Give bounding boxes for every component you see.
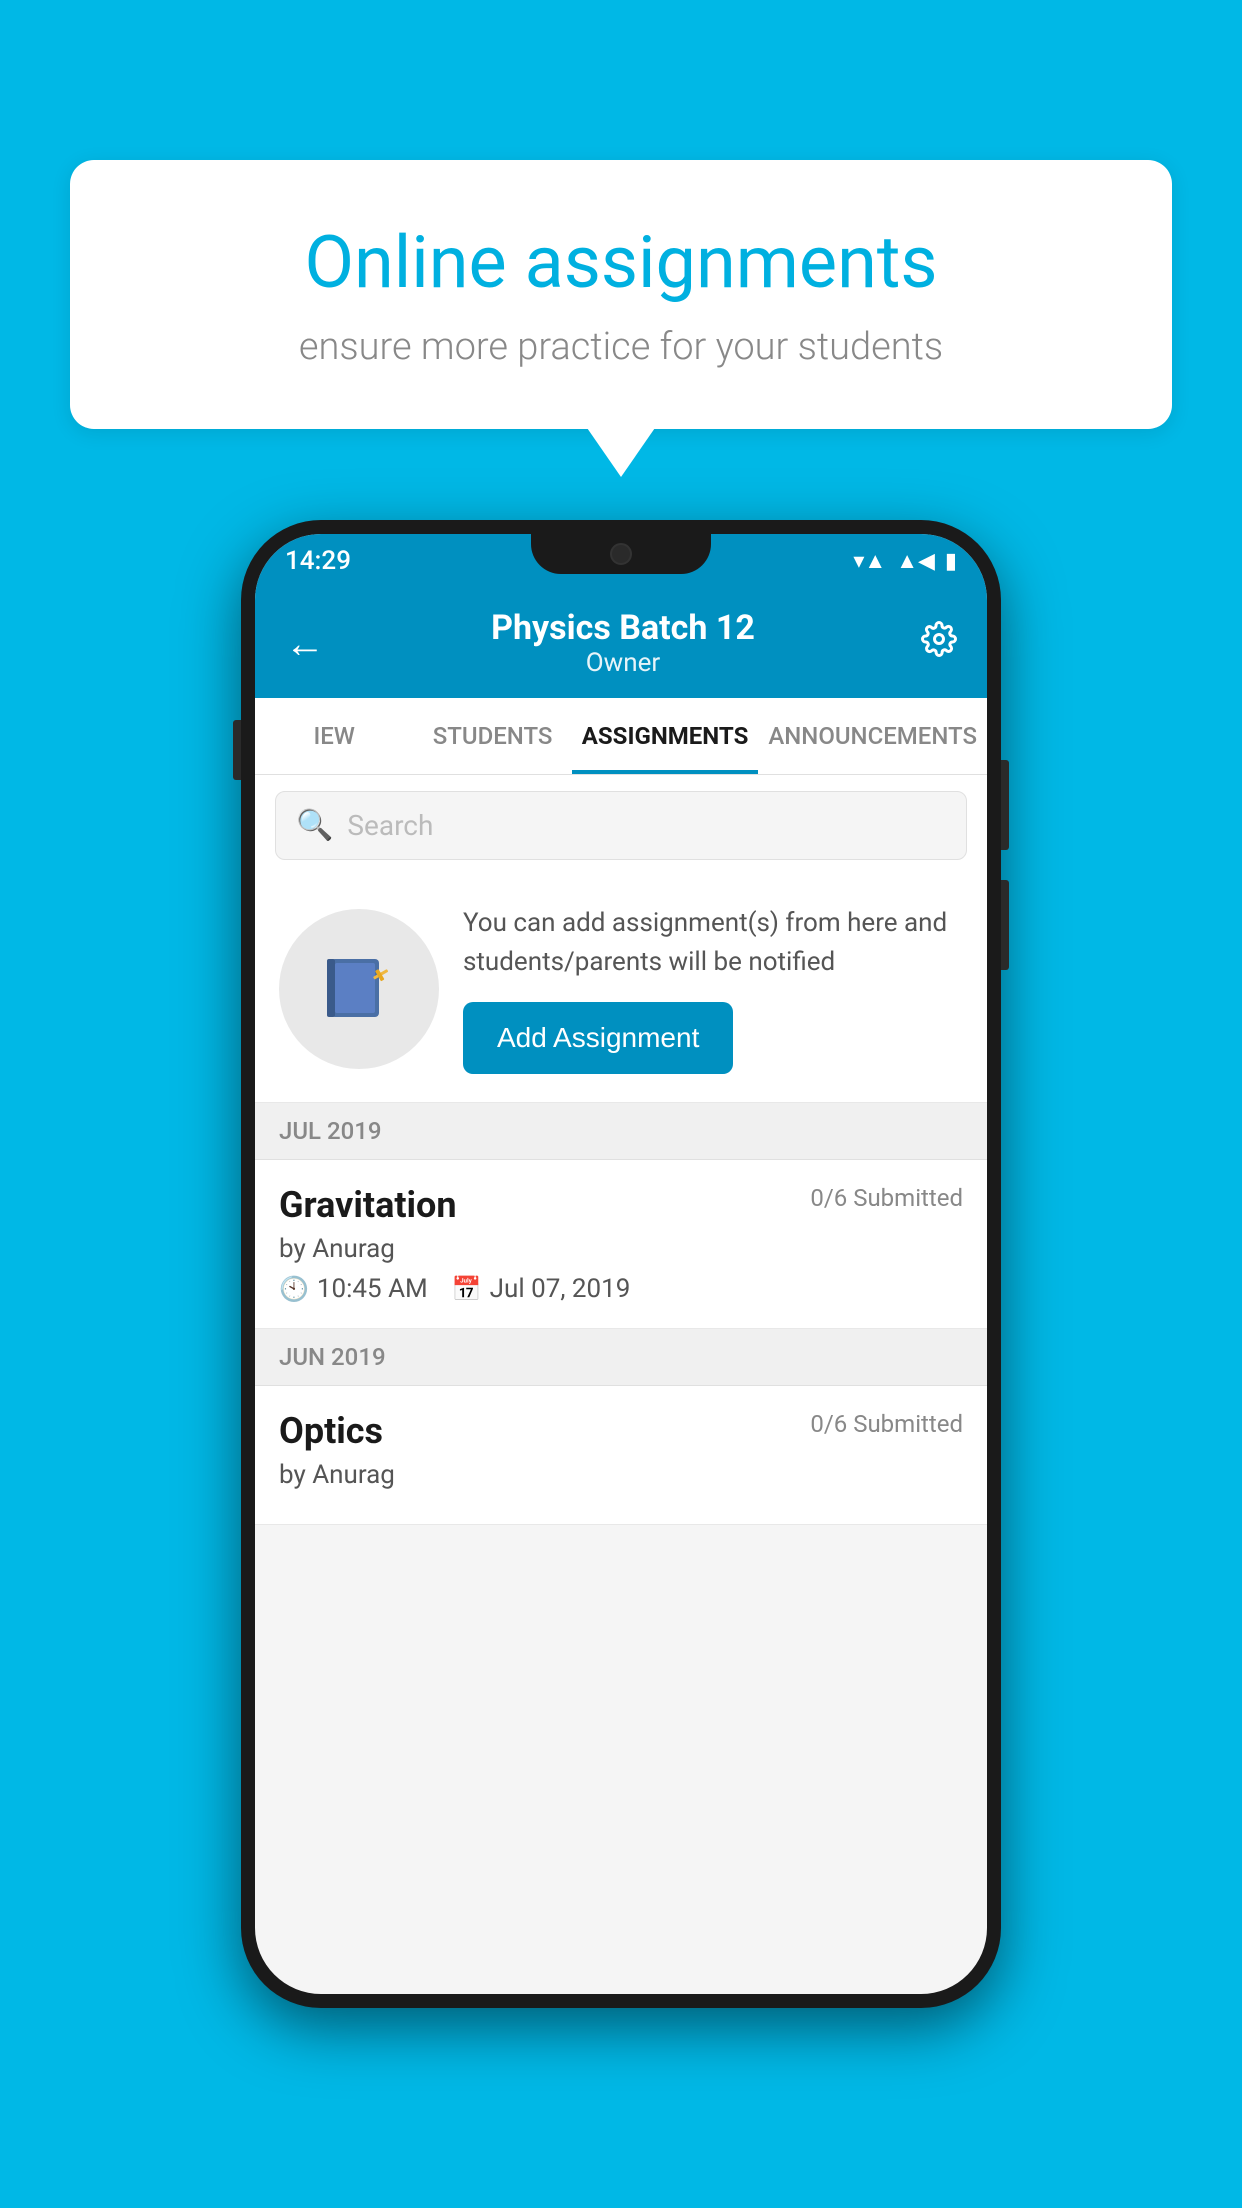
back-button[interactable]: ← — [285, 620, 325, 667]
tab-announcements[interactable]: ANNOUNCEMENTS — [758, 698, 987, 774]
power-button-lower — [1001, 880, 1009, 970]
search-container: 🔍 Search — [255, 775, 987, 876]
tab-iew[interactable]: IEW — [255, 698, 413, 774]
tabs-container: IEW STUDENTS ASSIGNMENTS ANNOUNCEMENTS — [255, 698, 987, 775]
app-header: ← Physics Batch 12 Owner — [255, 588, 987, 698]
speech-bubble-title: Online assignments — [140, 220, 1102, 305]
assignment-header: Gravitation 0/6 Submitted — [279, 1184, 963, 1226]
search-bar[interactable]: 🔍 Search — [275, 791, 967, 860]
add-assignment-button[interactable]: Add Assignment — [463, 1002, 733, 1074]
phone-wrapper: 14:29 ▾▲ ▲◀ ▮ ← Physics Batch 12 Owner — [241, 520, 1001, 2008]
assignment-title-optics: Optics — [279, 1410, 383, 1452]
header-title: Physics Batch 12 — [491, 608, 755, 648]
settings-icon[interactable] — [921, 621, 957, 666]
search-icon: 🔍 — [296, 808, 333, 843]
phone-notch — [531, 534, 711, 574]
assignment-item-gravitation[interactable]: Gravitation 0/6 Submitted by Anurag 🕙 10… — [255, 1160, 987, 1329]
signal-icon: ▲◀ — [896, 548, 935, 574]
power-button — [1001, 760, 1009, 850]
phone-screen: 14:29 ▾▲ ▲◀ ▮ ← Physics Batch 12 Owner — [255, 534, 987, 1994]
assignment-date: 📅 Jul 07, 2019 — [452, 1274, 631, 1304]
assignment-submitted-gravitation: 0/6 Submitted — [810, 1184, 963, 1212]
assignment-author-gravitation: by Anurag — [279, 1234, 963, 1264]
assignment-time: 🕙 10:45 AM — [279, 1274, 428, 1304]
front-camera — [610, 543, 632, 565]
assignment-meta-gravitation: 🕙 10:45 AM 📅 Jul 07, 2019 — [279, 1274, 963, 1304]
phone-frame: 14:29 ▾▲ ▲◀ ▮ ← Physics Batch 12 Owner — [241, 520, 1001, 2008]
promo-section: You can add assignment(s) from here and … — [255, 876, 987, 1103]
header-center: Physics Batch 12 Owner — [491, 608, 755, 678]
speech-bubble: Online assignments ensure more practice … — [70, 160, 1172, 429]
clock-icon: 🕙 — [279, 1275, 309, 1303]
tab-assignments[interactable]: ASSIGNMENTS — [572, 698, 759, 774]
volume-button — [233, 720, 241, 780]
calendar-icon: 📅 — [452, 1275, 482, 1303]
search-placeholder: Search — [347, 809, 433, 842]
month-separator-jun: JUN 2019 — [255, 1329, 987, 1386]
status-time: 14:29 — [285, 546, 351, 576]
header-subtitle: Owner — [491, 648, 755, 678]
speech-bubble-container: Online assignments ensure more practice … — [70, 160, 1172, 429]
promo-description: You can add assignment(s) from here and … — [463, 904, 963, 982]
assignment-title-gravitation: Gravitation — [279, 1184, 457, 1226]
battery-icon: ▮ — [945, 549, 957, 574]
promo-text-section: You can add assignment(s) from here and … — [463, 904, 963, 1074]
tab-students[interactable]: STUDENTS — [413, 698, 571, 774]
assignment-author-optics: by Anurag — [279, 1460, 963, 1490]
status-icons: ▾▲ ▲◀ ▮ — [853, 548, 957, 574]
wifi-icon: ▾▲ — [853, 548, 886, 574]
assignment-submitted-optics: 0/6 Submitted — [810, 1410, 963, 1438]
promo-icon-circle — [279, 909, 439, 1069]
notebook-icon — [319, 949, 399, 1029]
assignment-item-optics[interactable]: Optics 0/6 Submitted by Anurag — [255, 1386, 987, 1525]
assignment-header-optics: Optics 0/6 Submitted — [279, 1410, 963, 1452]
speech-bubble-subtitle: ensure more practice for your students — [140, 325, 1102, 369]
month-separator-jul: JUL 2019 — [255, 1103, 987, 1160]
